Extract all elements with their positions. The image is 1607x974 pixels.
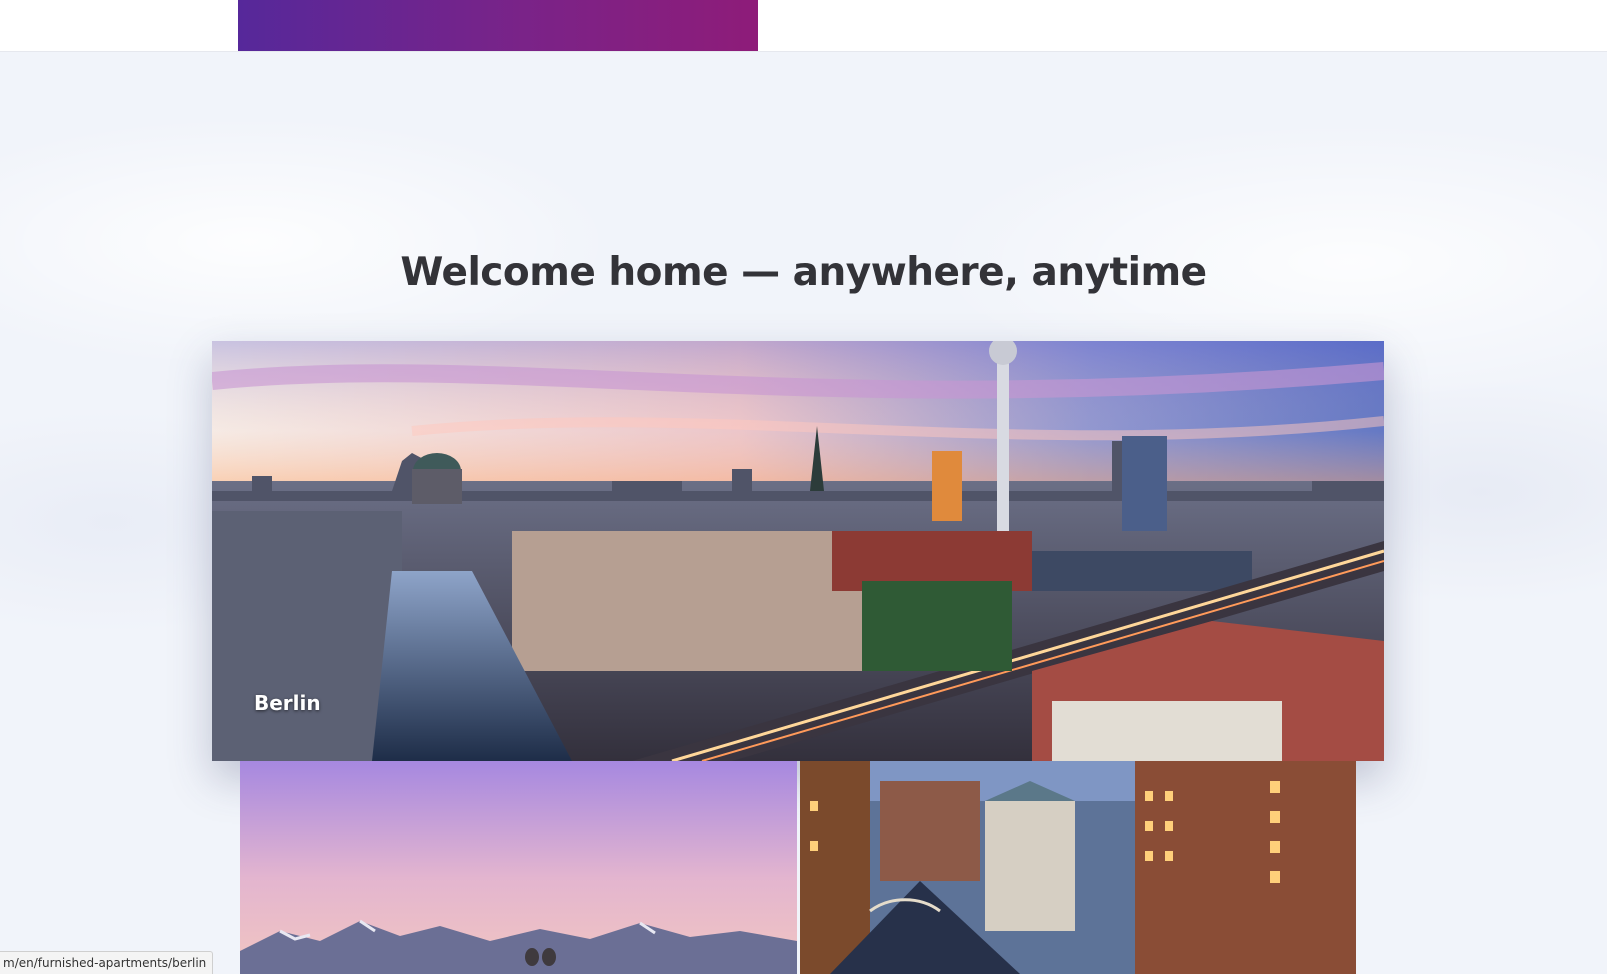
city-card-mountains[interactable] — [240, 761, 797, 974]
status-bar-url: m/en/furnished-apartments/berlin — [0, 951, 214, 974]
city-card-label: Berlin — [254, 691, 321, 715]
berlin-skyline-photo — [212, 341, 1384, 761]
city-card-berlin[interactable]: Berlin — [212, 341, 1384, 761]
top-header — [0, 0, 1607, 52]
hero-headline: Welcome home — anywhere, anytime — [400, 250, 1207, 295]
promo-banner[interactable] — [238, 0, 758, 51]
city-card-hamburg[interactable] — [800, 761, 1356, 974]
alps-mountain-photo — [240, 761, 797, 974]
hamburg-speicherstadt-photo — [800, 761, 1356, 974]
